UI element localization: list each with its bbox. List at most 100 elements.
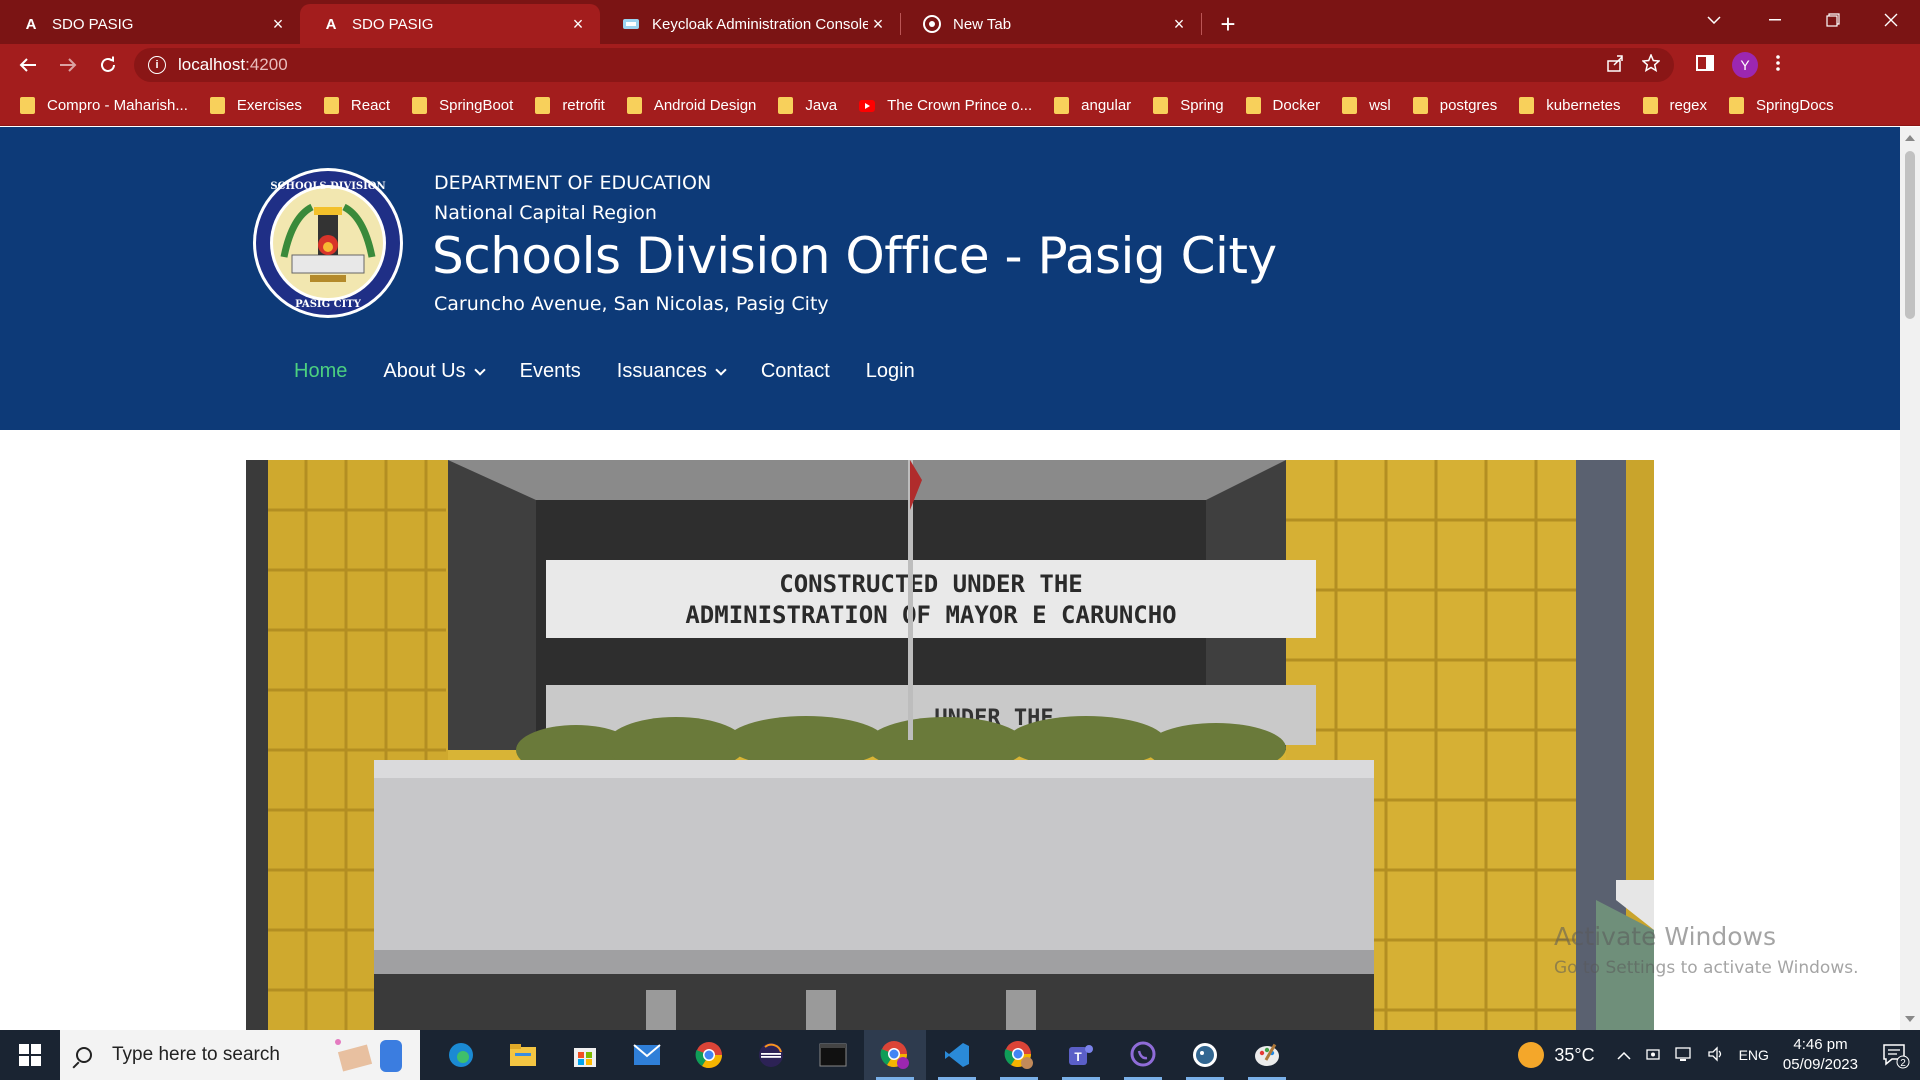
bookmark-java[interactable]: Java (778, 97, 837, 114)
search-highlight-illustration-icon (335, 1039, 402, 1072)
close-tab-icon[interactable]: × (268, 14, 288, 35)
bookmark-springdocs[interactable]: SpringDocs (1729, 97, 1834, 114)
bookmark-springboot[interactable]: SpringBoot (412, 97, 513, 114)
nav-login[interactable]: Login (866, 360, 915, 383)
chrome-icon (923, 15, 941, 33)
nav-contact[interactable]: Contact (761, 360, 830, 383)
scroll-down-icon[interactable] (1905, 1016, 1915, 1022)
address-bar[interactable]: i localhost:4200 (134, 48, 1674, 82)
paint-icon[interactable] (1236, 1030, 1298, 1080)
pgadmin-icon[interactable] (1174, 1030, 1236, 1080)
bookmark-wsl[interactable]: wsl (1342, 97, 1391, 114)
activate-windows-subtitle: Go to Settings to activate Windows. (1554, 958, 1859, 978)
bookmark-angular[interactable]: angular (1054, 97, 1131, 114)
windows-start-icon[interactable] (0, 1030, 60, 1080)
network-icon[interactable] (1674, 1046, 1693, 1065)
bookmark-kubernetes[interactable]: kubernetes (1519, 97, 1621, 114)
nav-label: Issuances (616, 360, 707, 382)
volume-icon[interactable] (1707, 1045, 1725, 1065)
bookmark-label: postgres (1439, 97, 1498, 114)
bookmark-spring[interactable]: Spring (1153, 97, 1224, 114)
search-placeholder: Type here to search (112, 1044, 280, 1065)
nav-issuances[interactable]: Issuances (616, 360, 727, 383)
bookmark-android-design[interactable]: Android Design (626, 97, 756, 114)
terminal-icon[interactable] (802, 1030, 864, 1080)
tab-sdo-pasig-2[interactable]: A SDO PASIG × (300, 4, 600, 44)
restore-icon[interactable] (1804, 0, 1862, 40)
mail-icon[interactable] (616, 1030, 678, 1080)
back-icon[interactable] (8, 45, 48, 85)
site-info-icon[interactable]: i (148, 56, 166, 74)
url-host: localhost (178, 55, 246, 74)
menu-kebab-icon[interactable] (1776, 54, 1780, 76)
side-panel-icon[interactable] (1696, 54, 1714, 77)
share-icon[interactable] (1606, 54, 1624, 77)
chrome-alt-icon[interactable] (988, 1030, 1050, 1080)
language-indicator[interactable]: ENG (1739, 1047, 1769, 1063)
scroll-up-icon[interactable] (1905, 135, 1915, 141)
minimize-icon[interactable] (1746, 0, 1804, 40)
bookmark-docker[interactable]: Docker (1245, 97, 1320, 114)
folder-icon (626, 97, 642, 114)
viber-icon[interactable] (1112, 1030, 1174, 1080)
new-tab-button[interactable]: + (1208, 4, 1248, 44)
weather-widget[interactable]: 35°C (1518, 1042, 1595, 1068)
angular-icon: A (325, 15, 337, 33)
nav-label: About Us (383, 360, 466, 382)
bookmark-star-icon[interactable] (1641, 52, 1661, 77)
chrome-icon[interactable] (678, 1030, 740, 1080)
edge-icon[interactable] (430, 1030, 492, 1080)
tab-keycloak[interactable]: Keycloak Administration Console × (600, 4, 900, 44)
bookmark-retrofit[interactable]: retrofit (535, 97, 605, 114)
sign-line-2: ADMINISTRATION OF MAYOR E CARUNCHO (685, 601, 1176, 629)
taskbar-search-input[interactable]: Type here to search (60, 1030, 420, 1080)
close-tab-icon[interactable]: × (868, 14, 888, 35)
bookmark-crown-prince[interactable]: The Crown Prince o... (859, 97, 1032, 114)
folder-icon (1642, 97, 1658, 114)
profile-avatar[interactable]: Y (1732, 52, 1758, 78)
nav-events[interactable]: Events (520, 360, 581, 383)
close-window-icon[interactable] (1862, 0, 1920, 40)
department-label: DEPARTMENT OF EDUCATION (434, 172, 712, 194)
vscode-icon[interactable] (926, 1030, 988, 1080)
file-explorer-icon[interactable] (492, 1030, 554, 1080)
bookmark-label: retrofit (562, 97, 605, 114)
close-tab-icon[interactable]: × (568, 14, 588, 35)
chevron-up-icon[interactable] (1617, 1047, 1631, 1063)
reload-icon[interactable] (88, 45, 128, 85)
chevron-down-icon (715, 363, 727, 376)
chrome-profile-icon[interactable] (864, 1030, 926, 1080)
notification-center-icon[interactable]: 2 (1880, 1040, 1910, 1070)
scrollbar-thumb[interactable] (1905, 151, 1915, 319)
microsoft-store-icon[interactable] (554, 1030, 616, 1080)
meet-now-icon[interactable] (1645, 1046, 1661, 1065)
bookmark-react[interactable]: React (323, 97, 390, 114)
tab-title: New Tab (953, 15, 1012, 33)
nav-home[interactable]: Home (294, 360, 347, 383)
eclipse-icon[interactable] (740, 1030, 802, 1080)
angular-icon: A (25, 15, 37, 33)
tab-sdo-pasig-1[interactable]: A SDO PASIG × (0, 4, 300, 44)
browser-toolbar: i localhost:4200 Y (0, 44, 1920, 86)
nav-about-us[interactable]: About Us (383, 360, 486, 383)
forward-icon[interactable] (48, 45, 88, 85)
close-tab-icon[interactable]: × (1169, 14, 1189, 35)
folder-icon (1153, 97, 1169, 114)
teams-icon[interactable]: T (1050, 1030, 1112, 1080)
tab-title: Keycloak Administration Console (652, 15, 868, 33)
tray-icons: ENG (1617, 1045, 1769, 1065)
folder-icon (535, 97, 551, 114)
bookmark-compro[interactable]: Compro - Maharish... (20, 97, 188, 114)
sdo-pasig-seal-logo[interactable]: SCHOOLS DIVISION PASIG CITY (252, 167, 404, 319)
folder-icon (1245, 97, 1261, 114)
clock[interactable]: 4:46 pm 05/09/2023 (1783, 1035, 1858, 1075)
tab-new-tab[interactable]: New Tab × (901, 4, 1201, 44)
page-scrollbar[interactable] (1900, 127, 1920, 1030)
tab-search-chevron-icon[interactable] (1694, 0, 1734, 40)
browser-tab-strip: A SDO PASIG × A SDO PASIG × Keycloak Adm… (0, 0, 1920, 44)
clock-time: 4:46 pm (1793, 1036, 1848, 1053)
window-controls (1746, 0, 1920, 40)
bookmark-regex[interactable]: regex (1642, 97, 1707, 114)
bookmark-postgres[interactable]: postgres (1412, 97, 1498, 114)
bookmark-exercises[interactable]: Exercises (209, 97, 302, 114)
